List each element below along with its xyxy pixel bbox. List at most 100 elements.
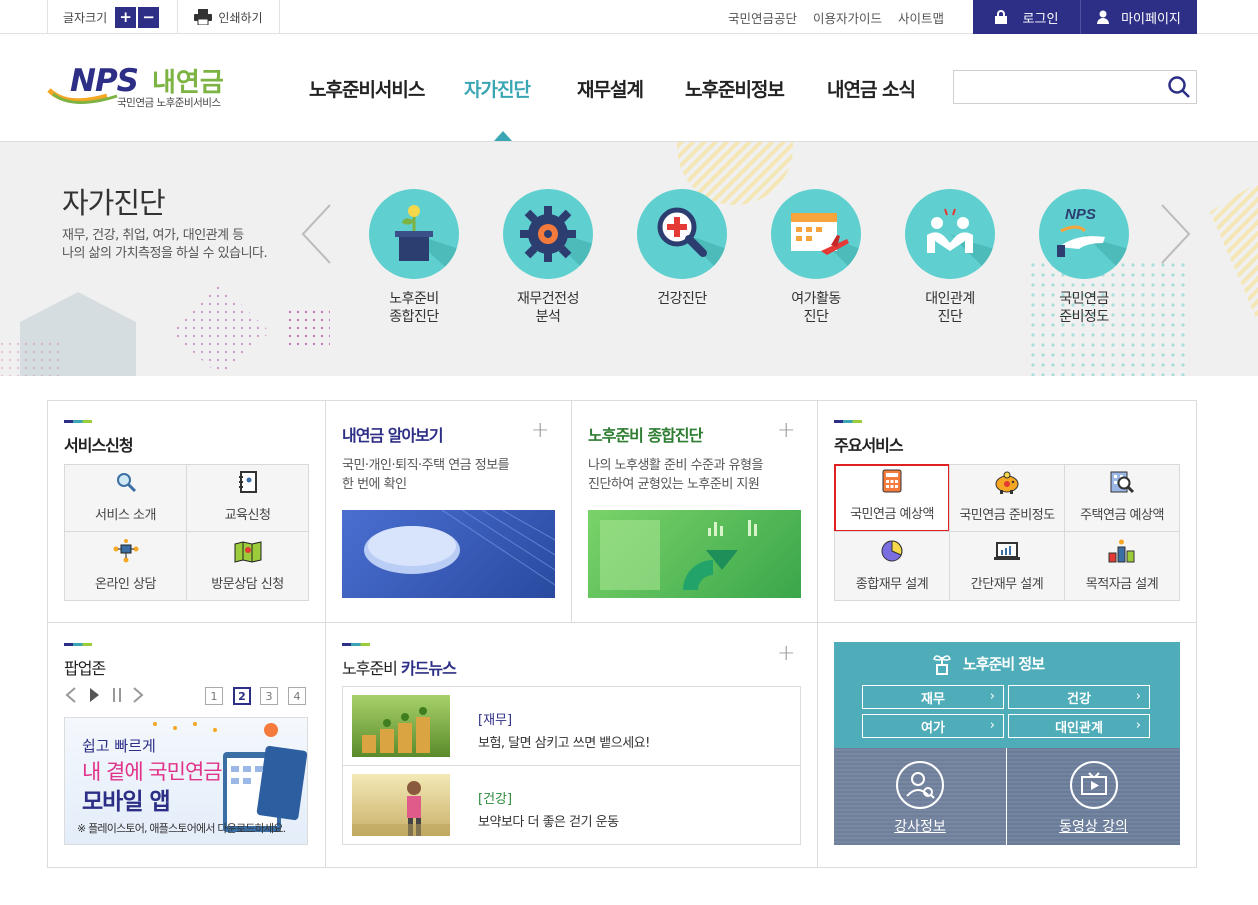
- link-guide[interactable]: 이용자가이드: [813, 8, 882, 27]
- login-button[interactable]: 로그인: [973, 0, 1080, 34]
- learn-image[interactable]: [342, 510, 555, 598]
- cardnews-tag: [건강]: [478, 792, 513, 807]
- learn-title[interactable]: 내연금 알아보기: [342, 422, 444, 446]
- chevron-right-icon: ›: [1135, 718, 1141, 733]
- simple-finance-button[interactable]: 간단재무 설계: [949, 531, 1065, 601]
- active-menu-indicator: [494, 131, 512, 141]
- education-apply-button[interactable]: 교육신청: [186, 464, 309, 532]
- divider: [47, 622, 1197, 623]
- popup-banner[interactable]: 쉽고 빠르게 내 곁에 국민연금 모바일 앱 ※ 플레이스토어, 애플스토어에서…: [64, 717, 308, 845]
- user-icon: [1097, 10, 1110, 24]
- chevron-right-icon[interactable]: [1158, 203, 1192, 265]
- info-relation-button[interactable]: 대인관계 ›: [1008, 714, 1150, 738]
- cardnews-item[interactable]: [재무] 보험, 달면 삼키고 쓰면 뱉으세요!: [342, 686, 801, 766]
- video-lecture-button[interactable]: 동영상 강의: [1007, 748, 1180, 845]
- hero-item-label: 대인관계 진단: [925, 291, 975, 325]
- diag-finance-button[interactable]: [503, 189, 593, 279]
- retire-info-title: 노후준비 정보: [963, 655, 1045, 673]
- cardnews-item[interactable]: [건강] 보약보다 더 좋은 걷기 운동: [342, 765, 801, 845]
- chart-graphic-illustration: [600, 520, 757, 590]
- hero-item-label: 여가활동 진단: [791, 291, 841, 325]
- popup-banner-note: ※ 플레이스토어, 애플스토어에서 다운로드하세요.: [77, 822, 286, 835]
- diag-more-plus-icon[interactable]: +: [777, 418, 795, 443]
- divider: [325, 622, 326, 868]
- pension-readiness-label: 국민연금 준비정도: [959, 508, 1055, 523]
- hero-item-label: 국민연금 준비정도: [1059, 291, 1109, 325]
- font-increase-button[interactable]: +: [115, 6, 137, 28]
- gnb-news[interactable]: 내연금 소식: [827, 75, 916, 102]
- popup-play-icon[interactable]: [87, 686, 101, 704]
- nps-hand-icon: NPS: [1057, 206, 1129, 279]
- gnb-retire-info[interactable]: 노후준비정보: [685, 75, 785, 102]
- cardnews-more-plus-icon[interactable]: +: [777, 641, 795, 666]
- login-label: 로그인: [1022, 11, 1059, 27]
- search-input[interactable]: [953, 70, 1197, 104]
- magnifier-icon: [116, 473, 136, 493]
- mouse-keyboard-illustration: [364, 510, 555, 586]
- diag-health-button[interactable]: [637, 189, 727, 279]
- diag-overall-button[interactable]: [369, 189, 459, 279]
- link-sitemap[interactable]: 사이트맵: [898, 8, 944, 27]
- calculator-icon: [882, 469, 902, 493]
- logo-subtitle: 국민연금 노후준비서비스: [117, 97, 221, 109]
- diag-desc-line-1: 나의 노후생활 준비 수준과 유형을: [588, 458, 763, 473]
- title-accent-bar: [64, 643, 92, 646]
- printer-icon: [194, 9, 213, 25]
- gnb-retire-service[interactable]: 노후준비서비스: [309, 75, 425, 102]
- calendar-plane-icon: [791, 213, 861, 279]
- total-finance-button[interactable]: 종합재무 설계: [834, 531, 950, 601]
- tv-play-icon: [1070, 761, 1118, 809]
- purpose-fund-button[interactable]: 목적자금 설계: [1064, 531, 1180, 601]
- diag-desc-line-2: 진단하여 균형있는 노후준비 지원: [588, 477, 760, 492]
- popup-page-1[interactable]: 1: [205, 687, 223, 705]
- diag-leisure-button[interactable]: [771, 189, 861, 279]
- gnb-self-diagnosis[interactable]: 자가진단: [464, 75, 531, 102]
- people-icon: [927, 208, 995, 279]
- visit-counsel-button[interactable]: 방문상담 신청: [186, 531, 309, 601]
- mypage-button[interactable]: 마이페이지: [1080, 0, 1197, 34]
- pension-estimate-button[interactable]: 국민연금 예상액: [834, 464, 950, 532]
- mypage-label: 마이페이지: [1121, 11, 1181, 27]
- learn-more-plus-icon[interactable]: +: [531, 418, 549, 443]
- service-intro-button[interactable]: 서비스 소개: [64, 464, 187, 532]
- walking-woman-thumbnail: [352, 774, 450, 836]
- chevron-left-icon[interactable]: [300, 203, 334, 265]
- housing-pension-label: 주택연금 예상액: [1080, 508, 1164, 523]
- utility-links: 국민연금공단 이용자가이드 사이트맵: [728, 8, 944, 27]
- popup-page-2[interactable]: 2: [233, 687, 251, 705]
- print-button[interactable]: 인쇄하기: [178, 0, 280, 34]
- diag-relation-button[interactable]: [905, 189, 995, 279]
- font-decrease-button[interactable]: −: [138, 6, 160, 28]
- main-services-title: 주요서비스: [834, 436, 904, 455]
- info-health-button[interactable]: 건강 ›: [1008, 685, 1150, 709]
- housing-pension-button[interactable]: 주택연금 예상액: [1064, 464, 1180, 532]
- popup-prev-icon[interactable]: [64, 686, 78, 704]
- logo-mine: 내연금: [152, 68, 224, 98]
- popup-title: 팝업존: [64, 659, 106, 678]
- walking-woman-illustration: [352, 781, 450, 836]
- education-apply-label: 교육신청: [224, 508, 271, 523]
- magnifier-cross-icon: [657, 207, 727, 279]
- divider: [817, 400, 818, 868]
- diag-pension-button[interactable]: NPS: [1039, 189, 1129, 279]
- popup-pause-icon[interactable]: [110, 686, 124, 704]
- cardnews-text: 보험, 달면 삼키고 쓰면 뱉으세요!: [478, 736, 650, 751]
- popup-page-3[interactable]: 3: [260, 687, 278, 705]
- gnb-financial-plan[interactable]: 재무설계: [577, 75, 644, 102]
- diag-image[interactable]: [588, 510, 801, 598]
- search-icon[interactable]: [1167, 75, 1191, 99]
- info-leisure-button[interactable]: 여가 ›: [862, 714, 1004, 738]
- diag-description: 나의 노후생활 준비 수준과 유형을 진단하여 균형있는 노후준비 지원: [588, 456, 763, 494]
- lecturer-info-button[interactable]: 강사정보: [834, 748, 1006, 845]
- font-size-label: 글자크기: [63, 10, 108, 25]
- pension-readiness-button[interactable]: 국민연금 준비정도: [949, 464, 1065, 532]
- link-nps[interactable]: 국민연금공단: [728, 8, 797, 27]
- cardnews-text: 보약보다 더 좋은 걷기 운동: [478, 815, 619, 830]
- title-accent-bar: [64, 420, 92, 423]
- popup-page-4[interactable]: 4: [288, 687, 306, 705]
- online-counsel-button[interactable]: 온라인 상담: [64, 531, 187, 601]
- diag-title[interactable]: 노후준비 종합진단: [588, 422, 703, 446]
- visit-counsel-label: 방문상담 신청: [211, 577, 284, 592]
- info-finance-button[interactable]: 재무 ›: [862, 685, 1004, 709]
- popup-next-icon[interactable]: [131, 686, 145, 704]
